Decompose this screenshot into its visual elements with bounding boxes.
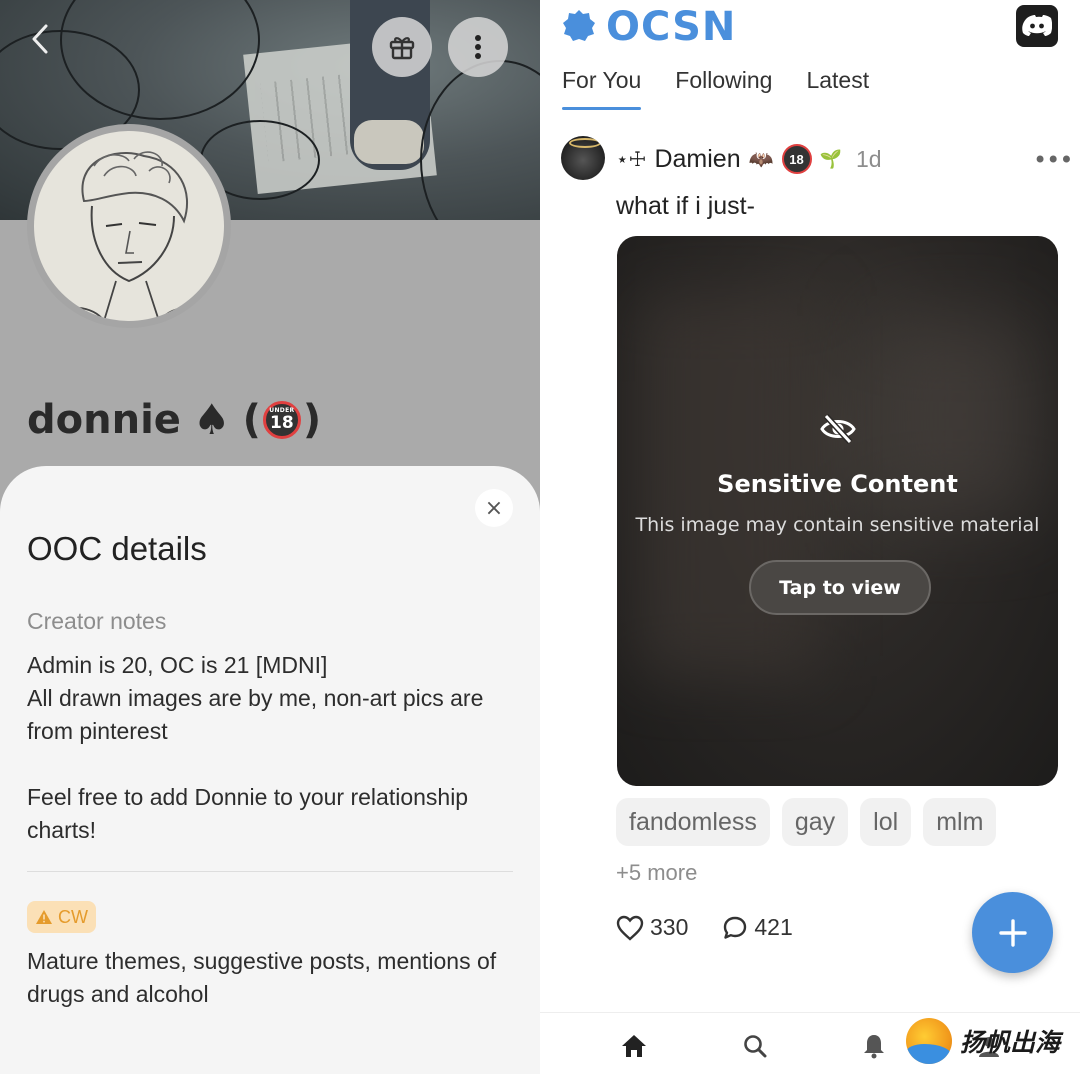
tab-latest[interactable]: Latest <box>806 67 869 94</box>
under-18-badge-icon: 18 <box>781 144 812 174</box>
gift-icon <box>389 37 415 60</box>
profile-name-text: donnie <box>27 396 181 443</box>
cw-label: CW <box>58 906 88 927</box>
chevron-left-icon[interactable] <box>28 22 58 58</box>
tag-chip[interactable]: mlm <box>923 798 997 846</box>
spade-emoji: ♠ <box>192 395 231 444</box>
like-button[interactable]: 330 <box>616 914 688 941</box>
profile-avatar[interactable] <box>27 124 231 328</box>
divider <box>27 871 513 872</box>
author-prefix: ⋆☩ <box>616 148 647 171</box>
post-tags: fandomless gay lol mlm <box>616 798 997 846</box>
bell-icon <box>864 1035 884 1059</box>
discord-icon <box>1022 15 1052 36</box>
close-sheet-button[interactable]: × <box>475 489 513 527</box>
warning-icon <box>36 910 52 924</box>
feed-tabs: For You Following Latest <box>562 67 869 110</box>
post-text: what if i just- <box>616 192 755 220</box>
author-name: Damien <box>654 144 741 173</box>
content-warning-text: Mature themes, suggestive posts, mention… <box>27 948 497 1007</box>
tap-to-view-button[interactable]: Tap to view <box>749 560 931 615</box>
close-icon: × <box>484 495 504 521</box>
more-tags-link[interactable]: +5 more <box>616 860 697 886</box>
profile-panel: donnie ♠ ( UNDER 18 ) × OOC details Crea… <box>0 0 540 1074</box>
comment-count: 421 <box>754 914 793 940</box>
app-title: OCSN <box>606 4 737 50</box>
sensitive-content-subtitle: This image may contain sensitive materia… <box>635 514 1040 536</box>
badge-logo-icon <box>563 10 595 41</box>
post-author-avatar[interactable] <box>561 136 605 180</box>
cw-badge: CW <box>27 901 96 933</box>
eye-slash-icon <box>820 413 856 445</box>
creator-notes-label: Creator notes <box>27 608 167 634</box>
more-options-button[interactable] <box>448 17 508 77</box>
watermark-logo-icon <box>906 1018 952 1064</box>
creator-notes-body: Admin is 20, OC is 21 [MDNI] All drawn i… <box>27 649 527 847</box>
notes-line: All drawn images are by me, non-art pics… <box>27 685 484 744</box>
under-18-badge-icon: UNDER 18 <box>262 400 301 439</box>
search-icon <box>744 1035 767 1058</box>
tag-chip[interactable]: lol <box>860 798 912 846</box>
like-count: 330 <box>650 914 689 940</box>
watermark: 扬帆出海 <box>906 1018 1060 1064</box>
plus-icon <box>998 918 1027 947</box>
profile-name: donnie ♠ ( UNDER 18 ) <box>27 395 321 444</box>
nav-notifications[interactable] <box>859 1031 889 1061</box>
create-post-button[interactable] <box>972 892 1053 973</box>
sheet-title: OOC details <box>27 530 207 567</box>
paren-close: ) <box>302 396 322 443</box>
notes-line: Admin is 20, OC is 21 [MDNI] <box>27 652 328 678</box>
feed-panel: OCSN For You Following Latest ⋆☩ Damien … <box>540 0 1080 1074</box>
comment-icon <box>724 916 747 939</box>
nav-home[interactable] <box>619 1031 649 1061</box>
comment-button[interactable]: 421 <box>722 914 793 941</box>
discord-button[interactable] <box>1016 5 1058 47</box>
tab-following[interactable]: Following <box>675 67 772 94</box>
tag-chip[interactable]: gay <box>781 798 849 846</box>
home-icon <box>622 1035 646 1057</box>
tag-chip[interactable]: fandomless <box>616 798 770 846</box>
vertical-dots-icon <box>475 35 481 59</box>
post-more-button[interactable]: ••• <box>1033 146 1073 174</box>
tab-for-you[interactable]: For You <box>562 67 642 110</box>
heart-icon <box>616 915 644 941</box>
post-stats: 330 421 <box>616 914 827 941</box>
watermark-text: 扬帆出海 <box>960 1028 1061 1057</box>
bat-emoji: 🦇 <box>748 148 774 171</box>
post-time: 1d <box>855 145 882 172</box>
post-author-line[interactable]: ⋆☩ Damien 🦇 18 🌱 1d <box>616 144 882 174</box>
paren-open: ( <box>242 396 261 443</box>
sensitive-media[interactable]: Sensitive Content This image may contain… <box>617 236 1058 786</box>
nav-search[interactable] <box>740 1031 770 1061</box>
notes-line: Feel free to add Donnie to your relation… <box>27 784 469 843</box>
sensitive-content-title: Sensitive Content <box>717 470 958 498</box>
sprout-emoji: 🌱 <box>819 148 842 169</box>
gift-button[interactable] <box>372 17 432 77</box>
